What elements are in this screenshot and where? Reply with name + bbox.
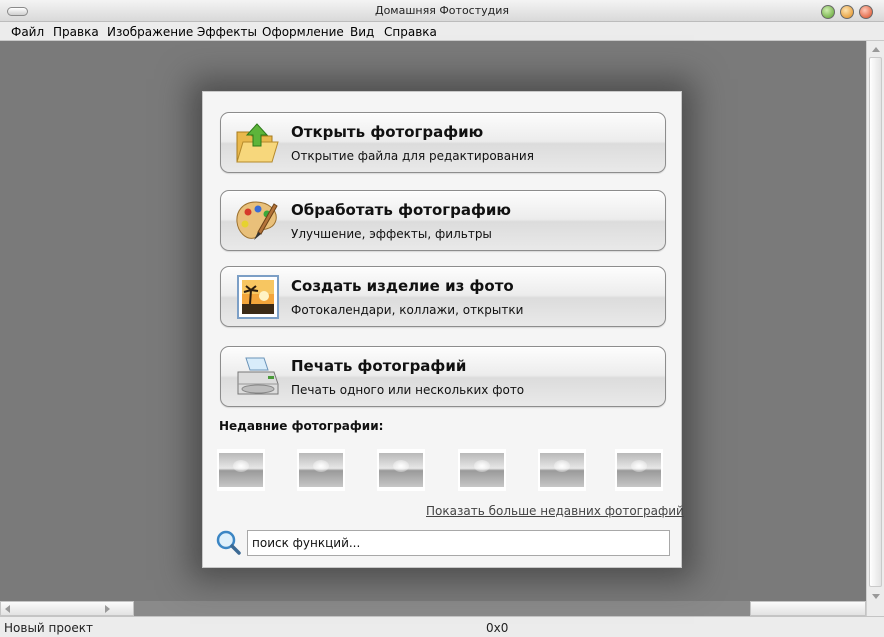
vertical-scroll-thumb[interactable] (869, 57, 882, 587)
photo-placeholder-icon (617, 453, 661, 487)
recent-photo-thumbnail[interactable] (538, 449, 586, 491)
vertical-scrollbar[interactable] (866, 41, 884, 616)
open-photo-title: Открыть фотографию (291, 123, 484, 141)
create-product-title: Создать изделие из фото (291, 277, 514, 295)
status-bar: Новый проект 0x0 (0, 616, 884, 637)
scroll-left-icon[interactable] (5, 605, 10, 613)
menu-help[interactable]: Справка (384, 25, 437, 39)
scroll-up-icon[interactable] (872, 47, 880, 52)
print-photos-button[interactable]: Печать фотографий Печать одного или неск… (220, 346, 666, 407)
start-dialog: Открыть фотографию Открытие файла для ре… (202, 91, 684, 568)
menu-view[interactable]: Вид (350, 25, 374, 39)
menu-effects[interactable]: Эффекты (197, 25, 257, 39)
open-photo-subtitle: Открытие файла для редактирования (291, 149, 534, 163)
printer-icon (237, 357, 279, 395)
folder-open-icon (236, 123, 279, 163)
recent-photo-thumbnail[interactable] (458, 449, 506, 491)
function-search-input[interactable] (247, 530, 670, 556)
recent-photo-thumbnail[interactable] (217, 449, 265, 491)
create-product-subtitle: Фотокалендари, коллажи, открытки (291, 303, 524, 317)
image-size-readout: 0x0 (486, 621, 509, 635)
photo-placeholder-icon (379, 453, 423, 487)
photo-placeholder-icon (540, 453, 584, 487)
maximize-button[interactable] (821, 5, 835, 19)
photo-placeholder-icon (299, 453, 343, 487)
recent-photo-thumbnail[interactable] (297, 449, 345, 491)
create-product-button[interactable]: Создать изделие из фото Фотокалендари, к… (220, 266, 666, 327)
photo-placeholder-icon (219, 453, 263, 487)
horizontal-scroll-thumb-left[interactable] (0, 601, 134, 616)
edit-photo-title: Обработать фотографию (291, 201, 511, 219)
print-photos-title: Печать фотографий (291, 357, 467, 375)
minimize-button[interactable] (840, 5, 854, 19)
print-photos-subtitle: Печать одного или нескольких фото (291, 383, 525, 397)
project-status: Новый проект (4, 621, 93, 635)
recent-photos-label: Недавние фотографии: (219, 419, 384, 433)
close-button[interactable] (859, 5, 873, 19)
edit-photo-button[interactable]: Обработать фотографию Улучшение, эффекты… (220, 190, 666, 251)
edit-photo-subtitle: Улучшение, эффекты, фильтры (291, 227, 492, 241)
scroll-down-icon[interactable] (872, 594, 880, 599)
show-more-recent-link[interactable]: Показать больше недавних фотографий (426, 504, 684, 518)
palette-icon (236, 201, 278, 240)
photo-frame-icon (237, 275, 279, 319)
scroll-right-icon[interactable] (105, 605, 110, 613)
menu-edit[interactable]: Правка (53, 25, 99, 39)
open-photo-button[interactable]: Открыть фотографию Открытие файла для ре… (220, 112, 666, 173)
menu-bar: Файл Правка Изображение Эффекты Оформлен… (0, 22, 884, 41)
menu-image[interactable]: Изображение (107, 25, 193, 39)
menu-design[interactable]: Оформление (262, 25, 344, 39)
recent-photo-thumbnail[interactable] (615, 449, 663, 491)
photo-placeholder-icon (460, 453, 504, 487)
menu-file[interactable]: Файл (11, 25, 44, 39)
window-title: Домашняя Фотостудия (374, 4, 510, 17)
horizontal-scroll-thumb-right[interactable] (750, 601, 866, 616)
horizontal-scrollbar[interactable] (0, 601, 866, 616)
recent-photo-thumbnail[interactable] (377, 449, 425, 491)
search-icon (216, 530, 241, 555)
title-bar: Домашняя Фотостудия (0, 0, 884, 22)
